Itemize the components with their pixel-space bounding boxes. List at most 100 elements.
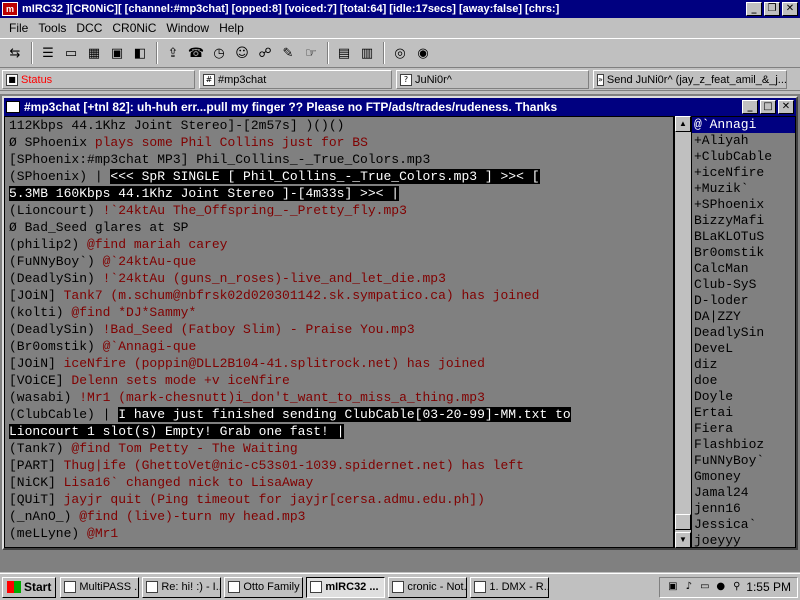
chat-text: !Mr1 (mark-chesnutt)i_don't_want_to_miss… — [79, 390, 485, 405]
nick-item[interactable]: BLaKLOTuS — [692, 229, 795, 245]
menu-tools[interactable]: Tools — [33, 21, 71, 35]
nick-item[interactable]: doe — [692, 373, 795, 389]
nick-item[interactable]: +Muzik` — [692, 181, 795, 197]
nick-item[interactable]: Br0omstik — [692, 245, 795, 261]
chat-line: (_nAnO_) @find (live)-turn my head.mp3 — [5, 508, 673, 525]
tile-vertical-icon[interactable]: ▥ — [356, 42, 378, 64]
channel-maximize-button[interactable]: □ — [760, 100, 776, 114]
timer-icon[interactable]: ◷ — [208, 42, 230, 64]
chat-text: (ClubCable) | — [9, 407, 119, 422]
nick-item[interactable]: D-loder — [692, 293, 795, 309]
nick-item[interactable]: +SPhoenix — [692, 197, 795, 213]
about-icon[interactable]: ◉ — [412, 42, 434, 64]
start-button[interactable]: Start — [2, 576, 57, 598]
menu-file[interactable]: File — [4, 21, 33, 35]
nick-item[interactable]: DA|ZZY — [692, 309, 795, 325]
nick-item[interactable]: CalcMan — [692, 261, 795, 277]
mirc-app-icon[interactable]: m — [2, 2, 18, 16]
monitor-icon[interactable]: ▭ — [698, 581, 711, 594]
chat-text: (_nAnO_) — [9, 509, 80, 524]
windows-taskbar: Start MultiPASS ... Re: hi! :) - I... Otto… — [0, 573, 800, 600]
nick-item[interactable]: Gmoney — [692, 469, 795, 485]
nick-item[interactable]: Ertai — [692, 405, 795, 421]
network-icon[interactable]: ▣ — [666, 581, 679, 594]
menu-dcc[interactable]: DCC — [71, 21, 107, 35]
dcc-send-window-icon: » — [597, 73, 604, 86]
toolbar: ⇆ ☰ ▭ ▦ ▣ ◧ ⇪ ☎ ◷ ☺ ☍ ✎ ☞ ▤ ▥ ◎ ◉ — [0, 38, 800, 68]
close-button[interactable]: ✕ — [782, 2, 798, 16]
dialup-icon[interactable]: ⚲ — [730, 581, 743, 594]
scroll-down-icon[interactable]: ▼ — [675, 532, 691, 548]
nick-item[interactable]: Jessica` — [692, 517, 795, 533]
nick-item[interactable]: Club-SyS — [692, 277, 795, 293]
nick-item[interactable]: DeadlySin — [692, 325, 795, 341]
tab-query-junior[interactable]: ? JuNi0r^ — [396, 70, 589, 89]
taskbar-button[interactable]: Otto Family ... — [224, 576, 304, 598]
tile-horizontal-icon[interactable]: ▤ — [333, 42, 355, 64]
nick-item[interactable]: +iceNfire — [692, 165, 795, 181]
log-icon[interactable]: ✎ — [277, 42, 299, 64]
notify-icon[interactable]: ☺ — [231, 42, 253, 64]
nick-item[interactable]: @`Annagi — [692, 117, 795, 133]
chat-line: (Lioncourt) !`24ktAu The_Offspring_-_Pre… — [5, 202, 673, 219]
nick-list[interactable]: @`Annagi +Aliyah +ClubCable +iceNfire +Muzik… — [691, 116, 796, 548]
chat-log[interactable]: 112Kbps 44.1Khz Joint Stereo]-[2m57s] )(… — [4, 116, 674, 548]
connect-icon[interactable]: ⇆ — [4, 42, 26, 64]
nick-item[interactable]: Doyle — [692, 389, 795, 405]
channel-close-button[interactable]: ✕ — [778, 100, 794, 114]
taskbar-button[interactable]: 1. DMX - R... — [470, 576, 550, 598]
nick-item[interactable]: BizzyMafi — [692, 213, 795, 229]
taskbar-button[interactable]: mIRC32 ... — [306, 576, 386, 598]
address-book-icon[interactable]: ◧ — [129, 42, 151, 64]
speaker-icon[interactable]: ♪ — [682, 581, 695, 594]
channels-icon[interactable]: ▦ — [83, 42, 105, 64]
menu-cronic[interactable]: CR0NiC — [107, 21, 161, 35]
clock[interactable]: 1:55 PM — [746, 580, 791, 594]
url-icon[interactable]: ☍ — [254, 42, 276, 64]
nick-item[interactable]: Flashbioz — [692, 437, 795, 453]
chat-text: Lisa16` changed nick to LisaAway — [63, 475, 314, 490]
channel-topic: #mp3chat [+tnl 82]: uh-huh err...pull my… — [24, 100, 558, 114]
dcc-chat-icon[interactable]: ☎ — [185, 42, 207, 64]
channel-window-icon: # — [203, 73, 215, 86]
minimize-button[interactable]: _ — [746, 2, 762, 16]
menu-help[interactable]: Help — [214, 21, 249, 35]
mirc-tray-icon[interactable]: ● — [714, 581, 727, 594]
finger-icon[interactable]: ☞ — [300, 42, 322, 64]
options-icon[interactable]: ☰ — [37, 42, 59, 64]
chat-line: [PART] Thug|ife (GhettoVet@nic-c53s01-10… — [5, 457, 673, 474]
nick-item[interactable]: jenn16 — [692, 501, 795, 517]
channel-minimize-button[interactable]: _ — [742, 100, 758, 114]
nick-item[interactable]: +ClubCable — [692, 149, 795, 165]
help-lifebuoy-icon[interactable]: ◎ — [389, 42, 411, 64]
nick-item[interactable]: FuNNyBoy` — [692, 453, 795, 469]
taskbar-button[interactable]: cronic - Not... — [388, 576, 468, 598]
nick-item[interactable]: DeveL — [692, 341, 795, 357]
chat-text: Ø Bad_Seed glares at SP — [9, 220, 189, 235]
folder-icon[interactable]: ▭ — [60, 42, 82, 64]
nick-item[interactable]: joeyyy — [692, 533, 795, 547]
tab-dcc-send[interactable]: » Send JuNi0r^ (jay_z_feat_amil_&_j... — [593, 70, 787, 89]
restore-button[interactable]: ❐ — [764, 2, 780, 16]
nick-item[interactable]: Jamal24 — [692, 485, 795, 501]
tab-mp3chat[interactable]: # #mp3chat — [199, 70, 392, 89]
tab-status[interactable]: ■ Status — [2, 70, 195, 89]
nick-item[interactable]: diz — [692, 357, 795, 373]
app-titlebar[interactable]: m mIRC32 ][CR0NiC][ [channel:#mp3chat] [… — [0, 0, 800, 18]
taskbar-button[interactable]: Re: hi! :) - I... — [142, 576, 222, 598]
dcc-send-icon[interactable]: ⇪ — [162, 42, 184, 64]
query-window-icon: ? — [400, 73, 412, 86]
channel-window-icon[interactable] — [6, 101, 20, 113]
channel-titlebar[interactable]: #mp3chat [+tnl 82]: uh-huh err...pull my… — [4, 98, 796, 116]
nick-item[interactable]: +Aliyah — [692, 133, 795, 149]
scroll-thumb[interactable] — [675, 514, 691, 530]
menu-window[interactable]: Window — [161, 21, 214, 35]
nick-item[interactable]: Fiera — [692, 421, 795, 437]
chat-scrollbar[interactable]: ▲ ▼ — [674, 116, 691, 548]
taskbar-button[interactable]: MultiPASS ... — [60, 576, 140, 598]
scripts-icon[interactable]: ▣ — [106, 42, 128, 64]
chat-text: plays some Phil Collins just for BS — [94, 135, 368, 150]
scroll-up-icon[interactable]: ▲ — [675, 116, 691, 132]
chat-text: (Lioncourt) — [9, 203, 103, 218]
chat-text: @find Tom Petty - The Waiting — [71, 441, 298, 456]
